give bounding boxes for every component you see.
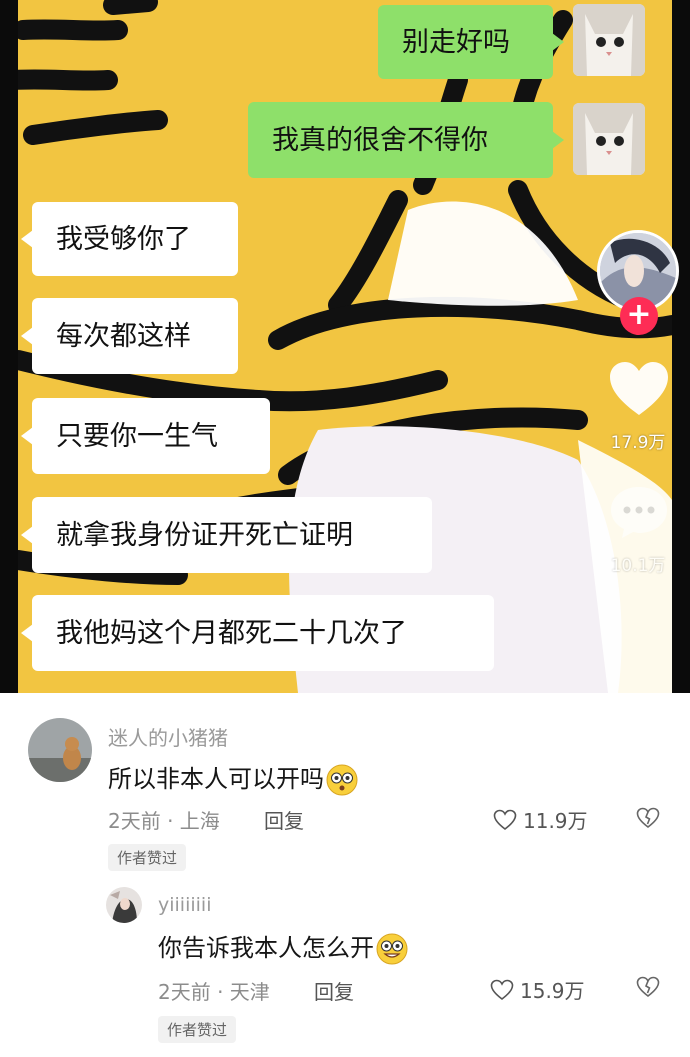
commenter-username[interactable]: 迷人的小猪猪	[108, 722, 228, 751]
commenter-username[interactable]: yiiiiiiii	[158, 894, 211, 916]
chat-bubble-received: 我他妈这个月都死二十几次了	[21, 595, 494, 671]
chat-bubble-sent: 我真的很舍不得你	[248, 102, 564, 178]
video-letterbox-right	[672, 0, 690, 693]
cat-photo-icon	[573, 103, 645, 175]
comment-text-content: 你告诉我本人怎么开	[158, 934, 374, 962]
commenter-avatar[interactable]	[106, 887, 142, 923]
comment-text: 所以非本人可以开吗	[108, 759, 358, 796]
video-player[interactable]: 别走好吗 我真的很舍不得你 我受够你了 每次都这样 只要你一生气 就拿我身份证开…	[0, 0, 690, 693]
sender-avatar	[573, 103, 645, 175]
cat-photo-icon	[573, 4, 645, 76]
chat-bubble-received: 每次都这样	[21, 298, 238, 374]
sender-avatar	[573, 4, 645, 76]
reply-button[interactable]: 回复	[314, 976, 354, 1005]
chat-bubble-received: 我受够你了	[21, 202, 238, 276]
flushed-face-emoji	[326, 764, 358, 796]
comment-text-content: 所以非本人可以开吗	[108, 765, 324, 793]
cat-photo-icon	[28, 718, 92, 782]
follow-button[interactable]: +	[620, 297, 658, 335]
grinning-face-emoji	[376, 933, 408, 965]
profile-photo-icon	[106, 887, 142, 923]
broken-heart-icon[interactable]	[636, 806, 660, 830]
commenter-avatar[interactable]	[28, 718, 92, 782]
comment-count: 10.1万	[610, 556, 666, 576]
comment-like-count: 15.9万	[520, 979, 585, 1003]
chat-bubble-received: 就拿我身份证开死亡证明	[21, 497, 432, 573]
comment-icon[interactable]	[608, 484, 670, 540]
chat-bubble-sent: 别走好吗	[378, 5, 564, 79]
chat-bubble-received: 只要你一生气	[21, 398, 270, 474]
comment-like-button[interactable]: 11.9万	[493, 805, 588, 834]
comment-like-button[interactable]: 15.9万	[490, 975, 585, 1004]
comment-text: 你告诉我本人怎么开	[158, 928, 408, 965]
comment-like-count: 11.9万	[523, 809, 588, 833]
comment-time-location: 2天前 · 天津	[158, 980, 270, 1004]
comment-time-location: 2天前 · 上海	[108, 809, 220, 833]
video-letterbox-left	[0, 0, 18, 693]
heart-outline-icon	[493, 809, 517, 830]
reply-button[interactable]: 回复	[264, 805, 304, 834]
heart-icon[interactable]	[608, 360, 670, 418]
heart-outline-icon	[490, 979, 514, 1000]
like-count: 17.9万	[610, 433, 666, 453]
plus-icon: +	[626, 297, 652, 332]
author-liked-badge: 作者赞过	[158, 1016, 237, 1043]
broken-heart-icon[interactable]	[636, 975, 660, 999]
author-liked-badge: 作者赞过	[108, 844, 187, 871]
